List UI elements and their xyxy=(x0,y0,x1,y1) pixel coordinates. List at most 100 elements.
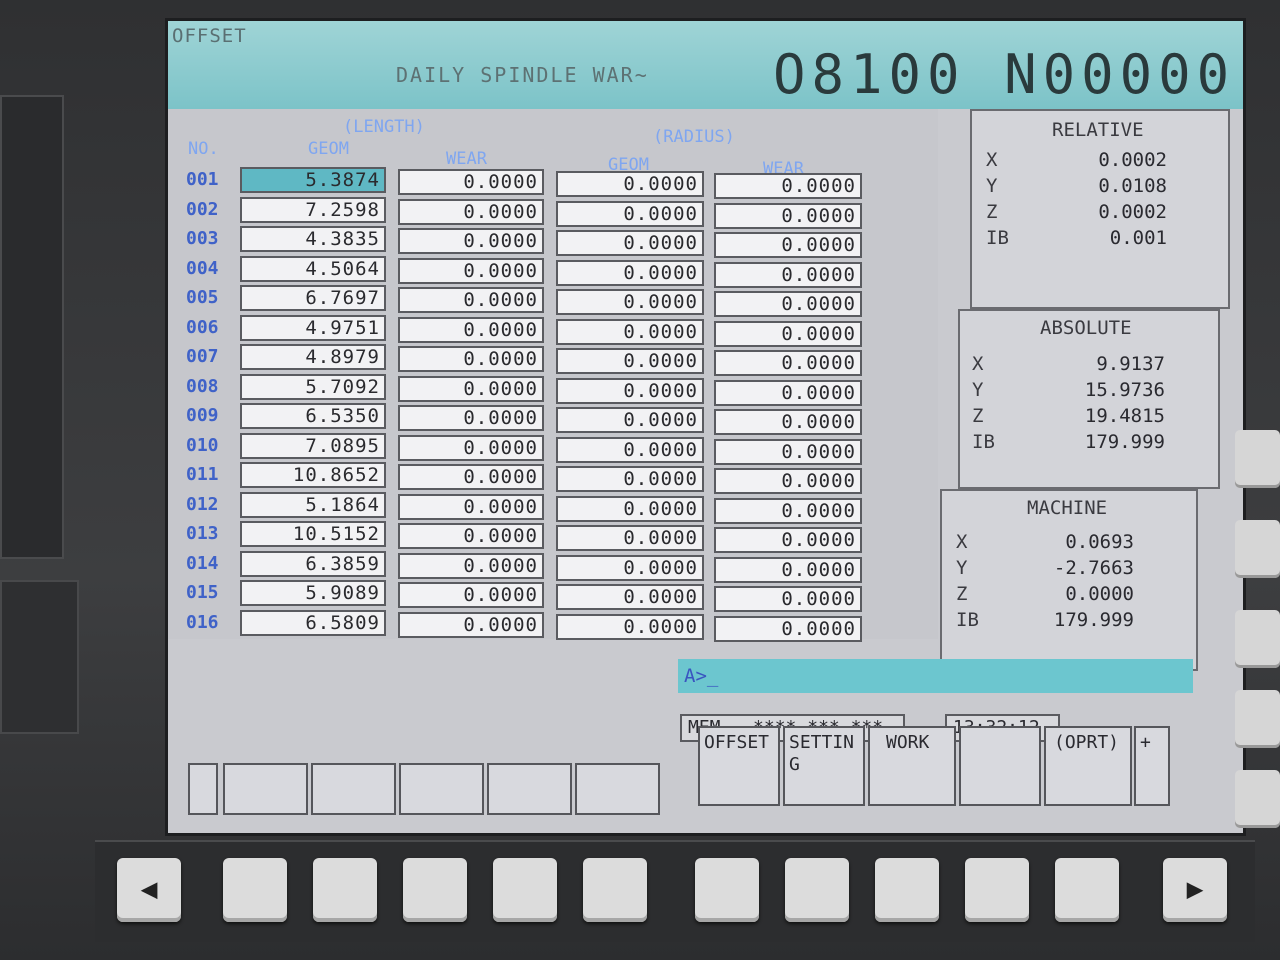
offset-cell-rw[interactable]: 0.0000 xyxy=(714,556,862,583)
offset-cell-lg[interactable]: 6.5809 xyxy=(240,609,386,636)
softkey-operation[interactable]: (OPRT) xyxy=(1044,726,1132,806)
fn-button-5[interactable] xyxy=(583,858,647,922)
softkey-blank-2[interactable] xyxy=(223,763,308,815)
fn-button-4[interactable] xyxy=(493,858,557,922)
offset-cell-rg[interactable]: 0.0000 xyxy=(556,348,704,374)
fn-button-9[interactable] xyxy=(965,858,1029,922)
offset-cell-lg[interactable]: 7.0895 xyxy=(240,432,386,459)
offset-cell-rg[interactable]: 0.0000 xyxy=(556,318,704,345)
offset-cell-lw[interactable]: 0.0000 xyxy=(398,287,544,313)
offset-cell-rg[interactable]: 0.0000 xyxy=(556,495,704,522)
offset-cell-lw[interactable]: 0.0000 xyxy=(398,582,544,608)
softkey-blank-5[interactable] xyxy=(487,763,572,815)
offset-cell-lw[interactable]: 0.0000 xyxy=(398,434,544,461)
offset-cell-lg[interactable]: 4.9751 xyxy=(240,314,386,341)
offset-cell-lw[interactable]: 0.0000 xyxy=(398,552,544,579)
offset-cell-lw[interactable]: 0.0000 xyxy=(398,464,544,490)
right-button-1[interactable] xyxy=(1235,430,1280,488)
offset-cell-rw[interactable]: 0.0000 xyxy=(714,320,862,347)
offset-cell-rw[interactable]: 0.0000 xyxy=(714,232,862,258)
offset-cell-lg[interactable]: 6.5350 xyxy=(240,403,386,429)
offset-cell-lw[interactable]: 0.0000 xyxy=(398,346,544,372)
offset-cell-lg[interactable]: 6.3859 xyxy=(240,550,386,577)
offset-cell-lw[interactable]: 0.0000 xyxy=(398,611,544,638)
offset-cell-rw[interactable]: 0.0000 xyxy=(714,409,862,435)
offset-cell-lg[interactable]: 4.3835 xyxy=(240,226,386,252)
offset-cell-lg[interactable]: 4.5064 xyxy=(240,255,386,282)
offset-cell-rw[interactable]: 0.0000 xyxy=(714,438,862,465)
input-line[interactable]: A>_ xyxy=(678,659,1193,693)
offset-cell-lg[interactable]: 5.3874 xyxy=(240,167,386,193)
offset-cell-rg[interactable]: 0.0000 xyxy=(556,613,704,640)
offset-cell-rw[interactable]: 0.0000 xyxy=(714,261,862,288)
fn-button-8[interactable] xyxy=(875,858,939,922)
offset-cell-lg[interactable]: 5.9089 xyxy=(240,580,386,606)
softkey-blank-3[interactable] xyxy=(311,763,396,815)
offset-cell-rw[interactable]: 0.0000 xyxy=(714,202,862,229)
softkey-blank-6[interactable] xyxy=(575,763,660,815)
offset-cell-rg[interactable]: 0.0000 xyxy=(556,554,704,581)
offset-cell-lw[interactable]: 0.0000 xyxy=(398,316,544,343)
offset-cell-lg[interactable]: 6.7697 xyxy=(240,285,386,311)
offset-cell-rg[interactable]: 0.0000 xyxy=(556,289,704,315)
fn-button-7[interactable] xyxy=(785,858,849,922)
offset-cell-rg[interactable]: 0.0000 xyxy=(556,436,704,463)
offset-cell-rw[interactable]: 0.0000 xyxy=(714,497,862,524)
absolute-axis-value: 15.9736 xyxy=(1084,379,1165,401)
row-number: 007 xyxy=(186,346,219,367)
offset-cell-lg[interactable]: 10.8652 xyxy=(240,462,386,488)
offset-cell-lw[interactable]: 0.0000 xyxy=(398,405,544,431)
offset-cell-rg[interactable]: 0.0000 xyxy=(556,230,704,256)
offset-cell-lw[interactable]: 0.0000 xyxy=(398,228,544,254)
right-button-2[interactable] xyxy=(1235,520,1280,578)
right-button-3[interactable] xyxy=(1235,610,1280,668)
prev-page-button[interactable]: ◀ xyxy=(117,858,181,922)
fn-button-1[interactable] xyxy=(223,858,287,922)
offset-cell-rg[interactable]: 0.0000 xyxy=(556,200,704,227)
right-button-4[interactable] xyxy=(1235,690,1280,748)
softkey-blank-4[interactable] xyxy=(399,763,484,815)
offset-cell-rw[interactable]: 0.0000 xyxy=(714,291,862,317)
softkey-offset[interactable]: OFFSET xyxy=(698,726,780,806)
offset-cell-rg[interactable]: 0.0000 xyxy=(556,377,704,404)
row-number: 006 xyxy=(186,316,219,338)
offset-cell-lw[interactable]: 0.0000 xyxy=(398,375,544,402)
softkey-next[interactable]: + xyxy=(1134,726,1170,806)
offset-cell-rg[interactable]: 0.0000 xyxy=(556,259,704,286)
offset-cell-rg[interactable]: 0.0000 xyxy=(556,466,704,492)
fn-button-6[interactable] xyxy=(695,858,759,922)
offset-cell-rw[interactable]: 0.0000 xyxy=(714,468,862,494)
softkey-blank-7[interactable] xyxy=(959,726,1041,806)
offset-cell-lw[interactable]: 0.0000 xyxy=(398,198,544,225)
offset-cell-rw[interactable]: 0.0000 xyxy=(714,586,862,612)
offset-cell-rw[interactable]: 0.0000 xyxy=(714,173,862,199)
offset-cell-rw[interactable]: 0.0000 xyxy=(714,527,862,553)
offset-cell-rg[interactable]: 0.0000 xyxy=(556,171,704,197)
fn-button-10[interactable] xyxy=(1055,858,1119,922)
offset-cell-lw[interactable]: 0.0000 xyxy=(398,523,544,549)
offset-cell-rw[interactable]: 0.0000 xyxy=(714,615,862,642)
softkey-setting[interactable]: SETTIN G xyxy=(783,726,865,806)
offset-cell-lg[interactable]: 5.7092 xyxy=(240,373,386,400)
softkey-blank-1[interactable] xyxy=(188,763,218,815)
offset-cell-rg[interactable]: 0.0000 xyxy=(556,525,704,551)
offset-cell-lw[interactable]: 0.0000 xyxy=(398,493,544,520)
offset-cell-rg[interactable]: 0.0000 xyxy=(556,407,704,433)
fn-button-3[interactable] xyxy=(403,858,467,922)
offset-cell-lg[interactable]: 4.8979 xyxy=(240,344,386,370)
offset-cell-rw[interactable]: 0.0000 xyxy=(714,350,862,376)
next-page-button[interactable]: ▶ xyxy=(1163,858,1227,922)
offset-cell-lw[interactable]: 0.0000 xyxy=(398,169,544,195)
softkey-work[interactable]: WORK xyxy=(868,726,956,806)
header-length-wear: WEAR xyxy=(446,149,487,169)
offset-cell-lg[interactable]: 10.5152 xyxy=(240,521,386,547)
fn-button-2[interactable] xyxy=(313,858,377,922)
right-button-5[interactable] xyxy=(1235,770,1280,828)
offset-cell-lg[interactable]: 5.1864 xyxy=(240,491,386,518)
offset-cell-lg[interactable]: 7.2598 xyxy=(240,196,386,223)
offset-cell-rw[interactable]: 0.0000 xyxy=(714,379,862,406)
relative-axis-value: 0.0002 xyxy=(1098,201,1167,223)
offset-cell-rg[interactable]: 0.0000 xyxy=(556,584,704,610)
offset-cell-lw[interactable]: 0.0000 xyxy=(398,257,544,284)
machine-panel: MACHINE X 0.0693 Y -2.7663 Z 0.0000 IB 179.999 xyxy=(940,489,1198,671)
